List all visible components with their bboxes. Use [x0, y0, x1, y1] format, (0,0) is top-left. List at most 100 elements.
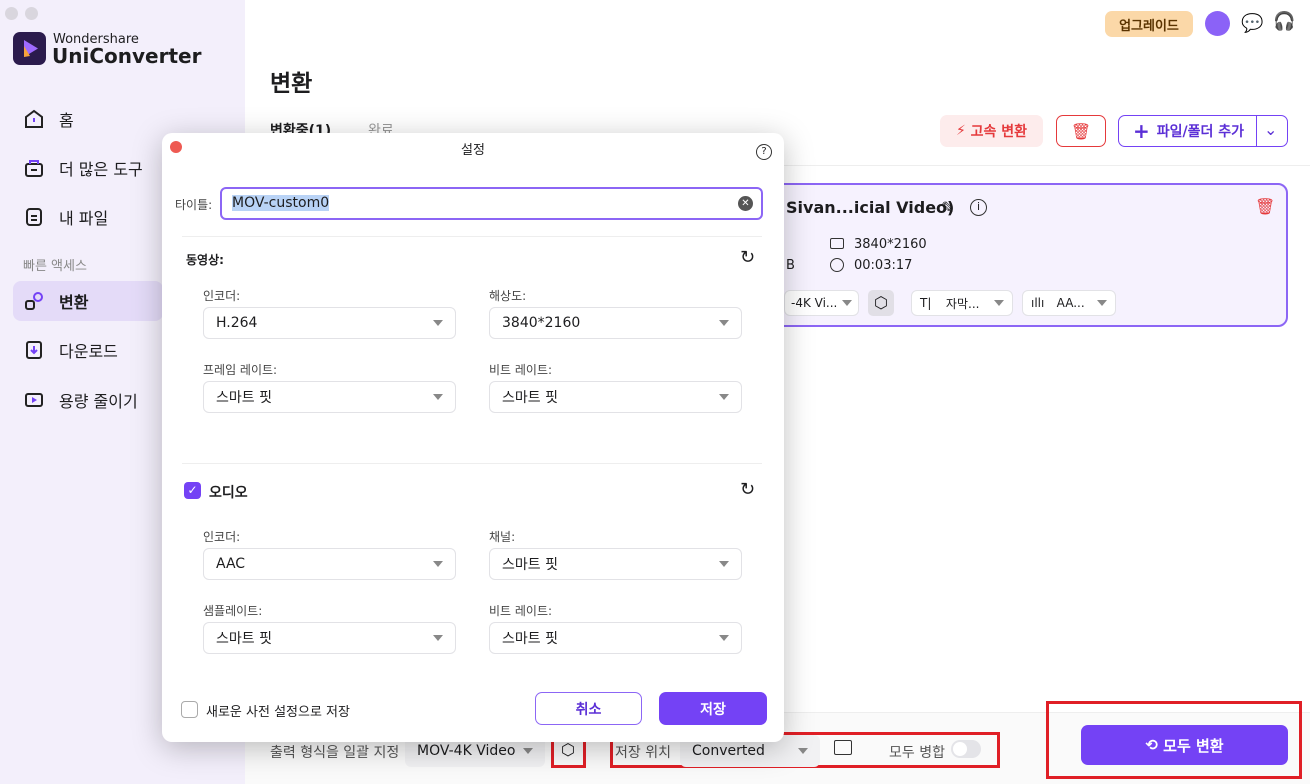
app-logo [13, 32, 46, 65]
sidebar-item-label: 용량 줄이기 [59, 392, 138, 411]
convert-icon [25, 292, 43, 310]
save-preset-label: 새로운 사전 설정으로 저장 [206, 705, 350, 720]
audio-dropdown[interactable]: ıllı AA... [1022, 290, 1116, 316]
divider [182, 463, 762, 464]
toolbox-icon [25, 160, 43, 177]
help-icon[interactable]: ? [756, 144, 772, 160]
home-icon [25, 109, 43, 128]
audio-wave-icon: ıllı [1031, 296, 1045, 310]
sidebar-item-label: 다운로드 [59, 342, 118, 361]
file-resolution: 3840*2160 [854, 237, 927, 252]
sidebar-item-home[interactable]: 홈 [13, 99, 163, 139]
merge-all-toggle[interactable] [951, 740, 981, 758]
avatar[interactable] [1205, 11, 1230, 36]
value: AAC [216, 556, 246, 572]
save-preset-checkbox[interactable] [181, 701, 198, 718]
info-icon[interactable]: i [970, 199, 987, 216]
save-location-label: 저장 위치 [615, 745, 671, 761]
audio-value: AA... [1056, 296, 1085, 310]
title-label: 타이틀: [175, 198, 213, 212]
settings-hexagon-icon[interactable]: ⬡ [561, 740, 575, 759]
lightning-icon: ⚡ [955, 123, 971, 139]
sidebar-item-compress[interactable]: 용량 줄이기 [13, 380, 163, 420]
reset-audio-icon[interactable]: ↻ [740, 479, 755, 500]
chevron-down-icon[interactable]: ⌄ [1264, 120, 1277, 139]
sidebar-item-my-files[interactable]: 내 파일 [13, 197, 163, 237]
output-format-label: 출력 형식을 일괄 지정 [270, 745, 400, 761]
remove-file-icon[interactable]: 🗑 [1255, 197, 1275, 216]
resolution-icon [830, 238, 844, 249]
video-encoder-dropdown[interactable]: H.264 [203, 307, 456, 339]
channel-label: 채널: [489, 530, 516, 544]
output-format-value: MOV-4K Video [417, 743, 516, 759]
cancel-button[interactable]: 취소 [535, 692, 642, 725]
framerate-label: 프레임 레이트: [203, 363, 278, 377]
framerate-dropdown[interactable]: 스마트 핏 [203, 381, 456, 413]
audio-checkbox[interactable]: ✓ [184, 482, 201, 499]
chat-icon[interactable]: 💬 [1241, 13, 1263, 34]
convert-all-button[interactable]: ⟲ 모두 변환 [1081, 725, 1288, 765]
upgrade-button[interactable]: 업그레이드 [1105, 11, 1193, 37]
file-icon [26, 208, 42, 226]
divider [182, 236, 762, 237]
convert-icon: ⟲ [1145, 736, 1164, 754]
samplerate-dropdown[interactable]: 스마트 핏 [203, 622, 456, 654]
value: 스마트 핏 [216, 631, 272, 647]
file-format-dropdown[interactable]: -4K Vi... [784, 290, 859, 316]
clock-icon [830, 258, 844, 272]
video-section-heading: 동영상: [186, 253, 224, 267]
add-files-label: 파일/폴더 추가 [1156, 124, 1245, 140]
file-size: B [786, 258, 795, 273]
sidebar-item-download[interactable]: 다운로드 [13, 330, 163, 370]
save-location-value: Converted [692, 743, 765, 759]
subtitle-value: 자막... [945, 296, 980, 311]
window-close-button[interactable] [5, 7, 18, 20]
file-duration: 00:03:17 [854, 258, 913, 273]
folder-icon[interactable] [834, 740, 852, 755]
sidebar-item-label: 내 파일 [59, 209, 109, 228]
value: 스마트 핏 [502, 631, 558, 647]
compress-icon [25, 393, 43, 407]
headset-icon[interactable]: 🎧 [1273, 11, 1295, 32]
window-minimize-button[interactable] [25, 7, 38, 20]
sidebar-item-label: 변환 [59, 293, 89, 312]
convert-all-label: 모두 변환 [1163, 736, 1224, 755]
sidebar-item-more-tools[interactable]: 더 많은 도구 [13, 148, 163, 188]
value: H.264 [216, 315, 258, 331]
text-icon: T| [920, 296, 932, 310]
sidebar-item-convert[interactable]: 변환 [13, 281, 163, 321]
delete-all-button[interactable]: 🗑 [1056, 115, 1106, 147]
divider [1256, 116, 1257, 146]
quick-access-heading: 빠른 액세스 [23, 259, 87, 274]
add-files-button[interactable]: + 파일/폴더 추가 [1118, 115, 1288, 147]
subtitle-dropdown[interactable]: T| 자막... [911, 290, 1013, 316]
title-input[interactable]: MOV-custom0 ✕ [220, 187, 763, 220]
sidebar-item-label: 더 많은 도구 [59, 160, 143, 179]
plus-icon: + [1133, 119, 1157, 143]
video-bitrate-dropdown[interactable]: 스마트 핏 [489, 381, 742, 413]
samplerate-label: 샘플레이트: [203, 604, 263, 618]
format-settings-icon[interactable]: ⬡ [868, 290, 894, 316]
audio-encoder-dropdown[interactable]: AAC [203, 548, 456, 580]
resolution-label: 해상도: [489, 289, 527, 303]
audio-bitrate-label: 비트 레이트: [489, 604, 553, 618]
save-button[interactable]: 저장 [659, 692, 767, 725]
resolution-dropdown[interactable]: 3840*2160 [489, 307, 742, 339]
video-encoder-label: 인코더: [203, 289, 241, 303]
value: 스마트 핏 [216, 390, 272, 406]
edit-icon[interactable]: ✎ [941, 198, 954, 217]
channel-dropdown[interactable]: 스마트 핏 [489, 548, 742, 580]
settings-dialog: 설정 ? 타이틀: MOV-custom0 ✕ 동영상: ↻ 인코더: H.26… [162, 133, 784, 742]
reset-video-icon[interactable]: ↻ [740, 247, 755, 268]
audio-section-heading: 오디오 [209, 485, 248, 501]
fast-convert-button[interactable]: ⚡ 고속 변환 [940, 115, 1043, 147]
dialog-title: 설정 [461, 143, 485, 158]
file-format-value: -4K Vi... [791, 296, 838, 310]
merge-all-label: 모두 병합 [889, 745, 945, 761]
brand-name: UniConverter [52, 44, 202, 68]
title-input-value: MOV-custom0 [232, 195, 330, 211]
value: 3840*2160 [502, 315, 581, 331]
audio-bitrate-dropdown[interactable]: 스마트 핏 [489, 622, 742, 654]
value: 스마트 핏 [502, 390, 558, 406]
clear-icon[interactable]: ✕ [738, 196, 753, 211]
